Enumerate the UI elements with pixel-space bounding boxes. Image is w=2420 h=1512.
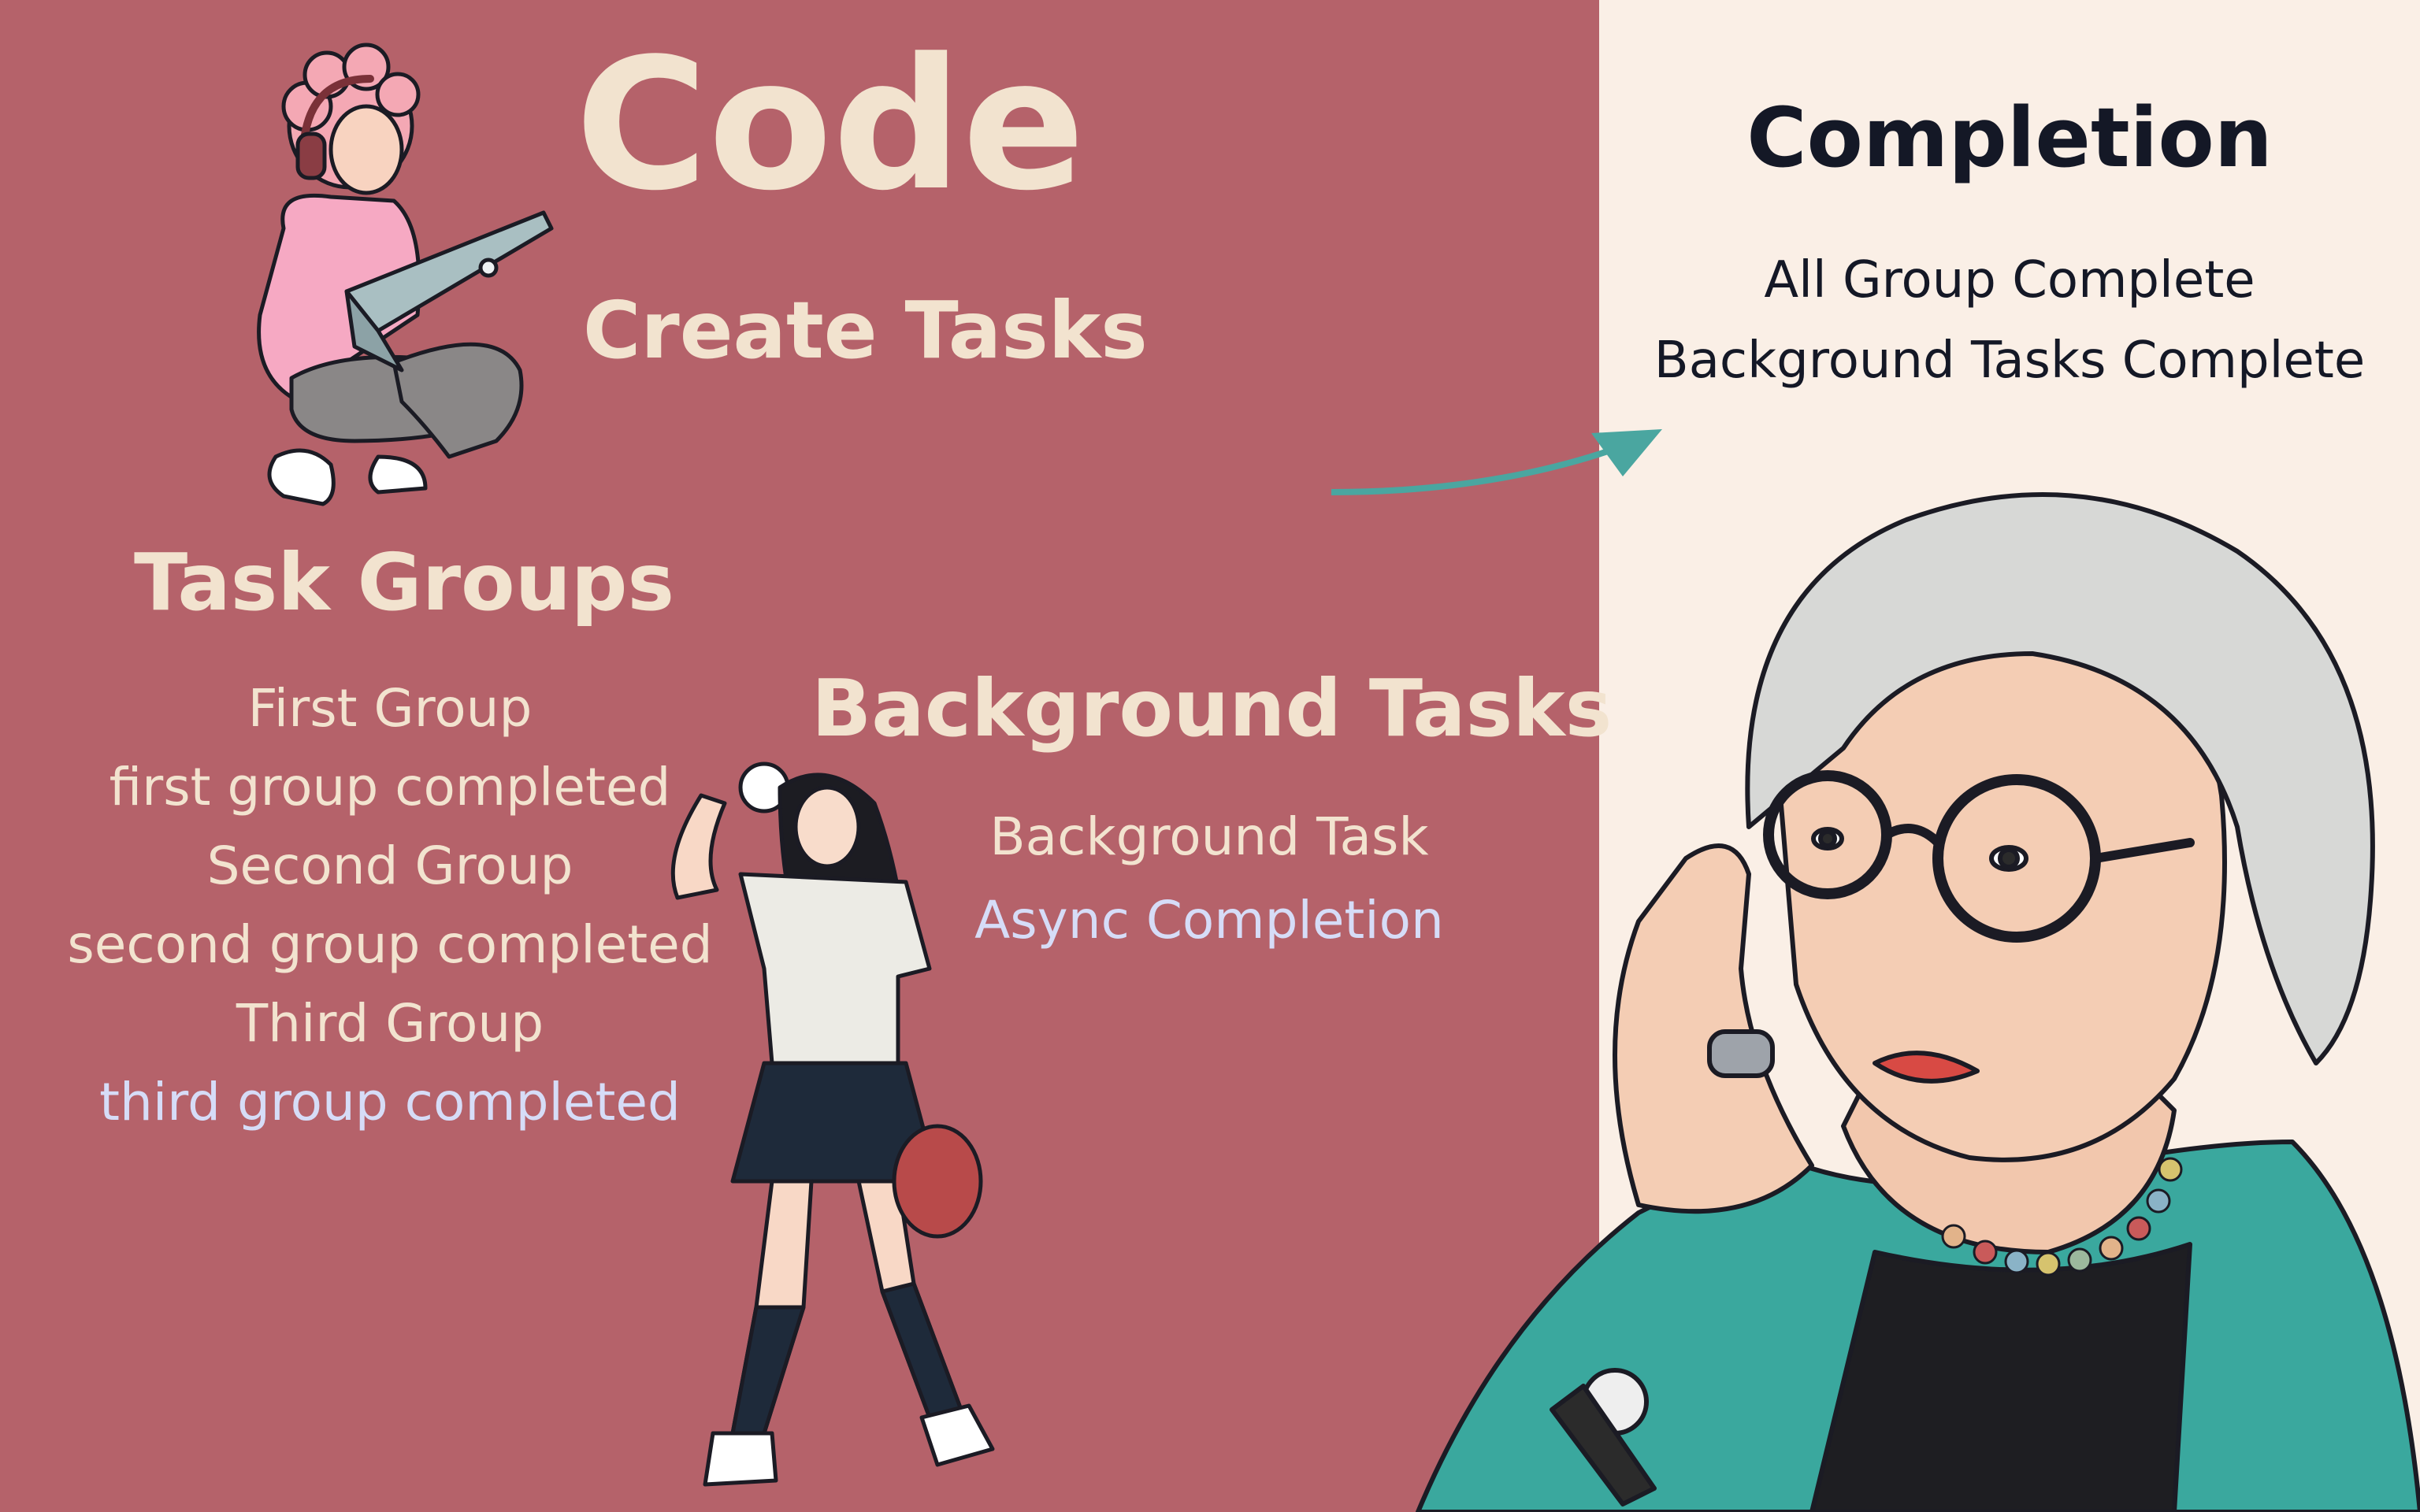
second-group-completed: second group completed <box>67 914 713 975</box>
first-group-completed: first group completed <box>109 757 671 817</box>
background-task-label: Background Task <box>989 806 1429 867</box>
create-tasks-subtitle: Create Tasks <box>583 284 1148 376</box>
person-with-laptop-icon <box>257 43 554 506</box>
third-group-completed: third group completed <box>99 1072 681 1132</box>
background-tasks-complete: Background Tasks Complete <box>1654 332 2366 390</box>
second-group-label: Second Group <box>206 836 573 896</box>
task-groups-list: First Group first group completed Second… <box>24 669 756 1142</box>
first-group-label: First Group <box>247 678 533 739</box>
completion-title: Completion <box>1746 90 2273 186</box>
old-woman-thinking-icon <box>1416 492 2420 1512</box>
arrow-icon <box>1331 429 1662 495</box>
background-tasks-list: Background Task Async Completion <box>937 795 1481 962</box>
task-groups-heading: Task Groups <box>134 536 675 628</box>
completion-list: All Group Complete Background Tasks Comp… <box>1599 240 2420 401</box>
third-group-label: Third Group <box>236 993 544 1054</box>
background-tasks-heading: Background Tasks <box>811 662 1613 754</box>
code-title: Code <box>575 20 1086 231</box>
all-group-complete: All Group Complete <box>1764 251 2255 309</box>
async-completion-label: Async Completion <box>974 890 1444 951</box>
